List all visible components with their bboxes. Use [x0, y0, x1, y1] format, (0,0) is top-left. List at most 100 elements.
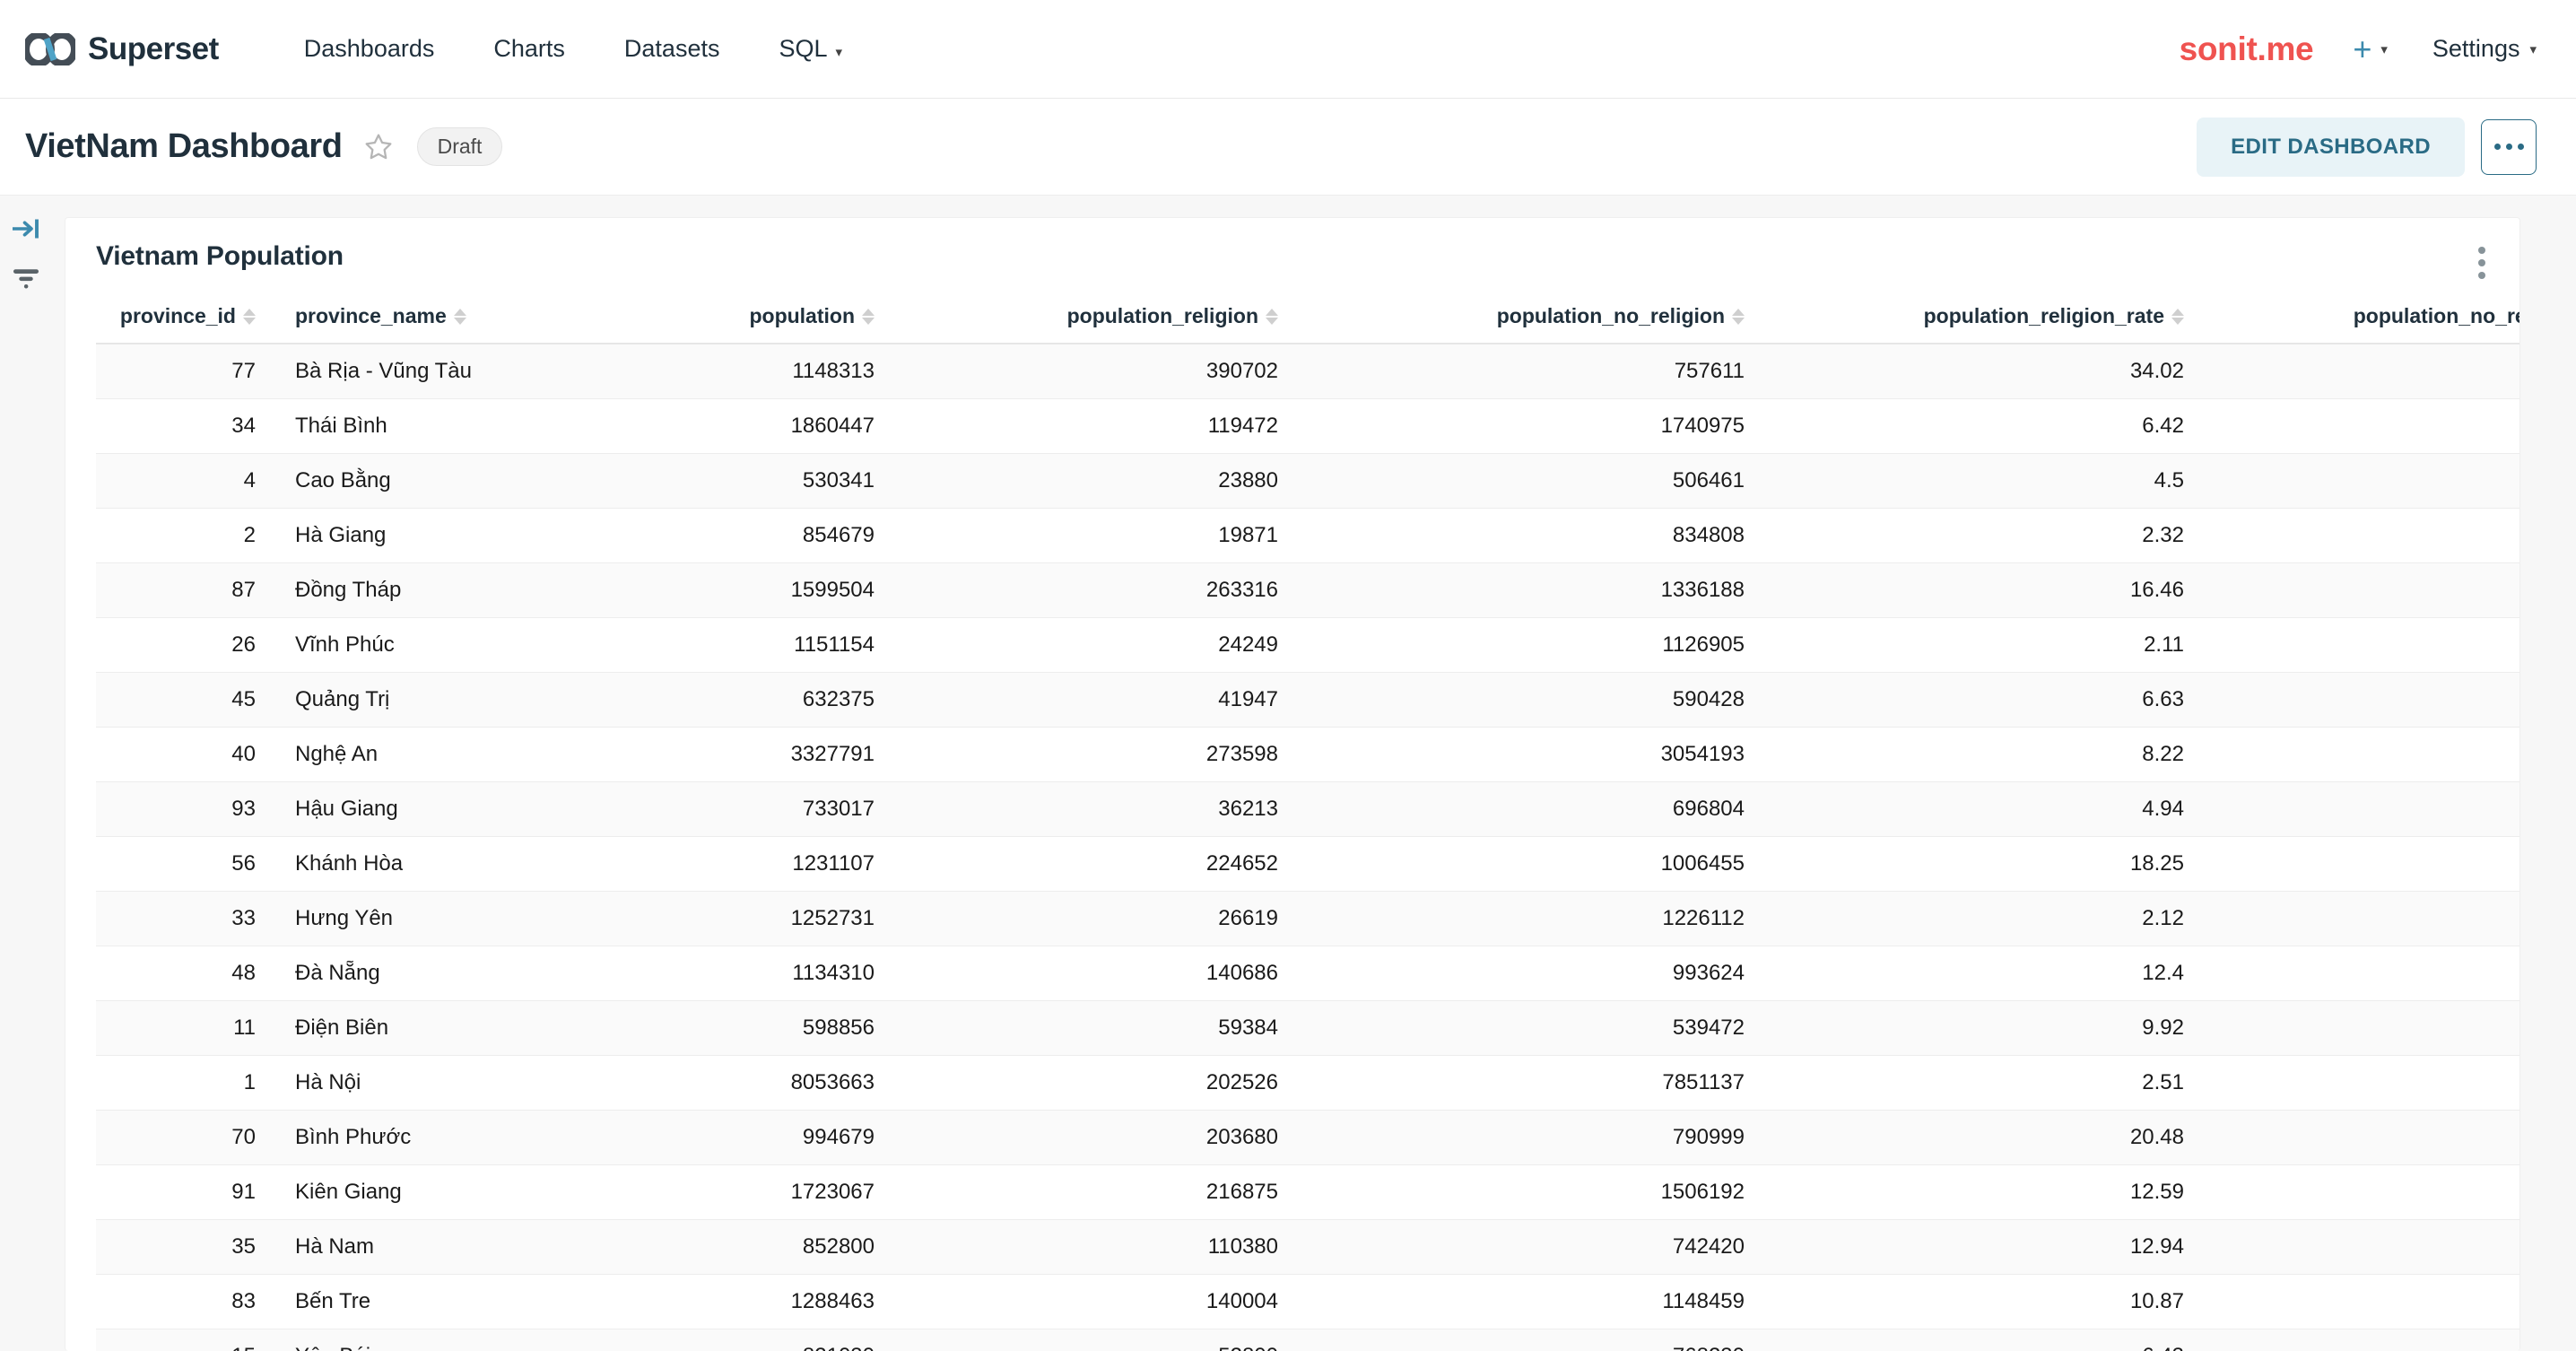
table-row: 33Hưng Yên12527312661912261122.1297.88	[96, 891, 2519, 946]
table-cell-province-name: Bến Tre	[275, 1274, 562, 1329]
table-cell-province-id: 77	[96, 344, 275, 399]
table-row: 15Yên Bái821030528007682306.4393.57	[96, 1329, 2519, 1351]
nav-item-dashboards[interactable]: Dashboards	[274, 35, 465, 63]
table-row: 45Quảng Trị632375419475904286.6393.37	[96, 672, 2519, 728]
column-header-population[interactable]: population	[562, 304, 894, 344]
table-cell-province-name: Vĩnh Phúc	[275, 617, 562, 673]
table-cell-province-id: 56	[96, 836, 275, 892]
column-header-population-religion[interactable]: population_religion	[894, 304, 1298, 344]
table-cell-population-religion: 140004	[894, 1274, 1298, 1329]
kebab-dot	[2478, 247, 2485, 254]
chart-card-vietnam-population: Vietnam Population province_id province_…	[65, 217, 2520, 1351]
table-cell-population-religion-rate: 2.51	[1764, 1055, 2204, 1111]
table-cell-population-no-religion: 1006455	[1298, 836, 1764, 892]
table-cell-province-id: 2	[96, 508, 275, 563]
table-cell-population: 3327791	[562, 727, 894, 782]
table-cell-population-no-religion: 696804	[1298, 781, 1764, 837]
nav-item-sql[interactable]: SQL ▾	[749, 35, 872, 63]
filter-funnel-icon[interactable]	[11, 266, 41, 291]
table-cell-population-no-religion-rate: 81.75	[2204, 836, 2519, 892]
table-cell-population: 598856	[562, 1000, 894, 1056]
table-cell-population-no-religion: 834808	[1298, 508, 1764, 563]
nav-item-datasets-label: Datasets	[623, 35, 720, 62]
nav-item-charts-label: Charts	[493, 35, 565, 62]
table-cell-population-religion-rate: 2.12	[1764, 891, 2204, 946]
table-row: 34Thái Bình186044711947217409756.4293.58	[96, 398, 2519, 454]
nav-links: Dashboards Charts Datasets SQL ▾	[274, 35, 872, 63]
table-cell-province-id: 93	[96, 781, 275, 837]
kebab-dot	[2478, 272, 2485, 279]
table-cell-population-no-religion: 539472	[1298, 1000, 1764, 1056]
edit-dashboard-button[interactable]: EDIT DASHBOARD	[2197, 117, 2465, 177]
table-cell-population-religion-rate: 8.22	[1764, 727, 2204, 782]
settings-menu-button[interactable]: Settings ▾	[2432, 35, 2537, 63]
table-cell-population: 1134310	[562, 946, 894, 1001]
table-cell-population-religion: 36213	[894, 781, 1298, 837]
table-cell-population-religion-rate: 4.94	[1764, 781, 2204, 837]
table-cell-province-id: 48	[96, 946, 275, 1001]
table-cell-population-no-religion: 1506192	[1298, 1164, 1764, 1220]
status-badge: Draft	[416, 127, 503, 166]
table-cell-province-name: Kiên Giang	[275, 1164, 562, 1220]
table-cell-province-id: 40	[96, 727, 275, 782]
chart-title: Vietnam Population	[96, 241, 344, 271]
population-table: province_id province_name population pop…	[96, 304, 2519, 1351]
table-cell-population-no-religion: 1336188	[1298, 562, 1764, 618]
table-cell-population-no-religion-rate: 87.41	[2204, 1164, 2519, 1220]
superset-brand[interactable]: Superset	[25, 31, 219, 67]
chart-card-header: Vietnam Population	[96, 241, 2489, 284]
table-cell-population-no-religion-rate: 97.88	[2204, 891, 2519, 946]
table-cell-population-no-religion-rate: 90.08	[2204, 1000, 2519, 1056]
table-cell-province-id: 70	[96, 1110, 275, 1165]
column-header-population-religion-rate[interactable]: population_religion_rate	[1764, 304, 2204, 344]
table-cell-province-id: 11	[96, 1000, 275, 1056]
table-cell-province-id: 83	[96, 1274, 275, 1329]
column-header-population-no-religion-rate[interactable]: population_no_religion_rate	[2204, 304, 2519, 344]
ellipsis-dot	[2517, 144, 2524, 150]
table-cell-population: 733017	[562, 781, 894, 837]
star-icon[interactable]	[363, 132, 394, 162]
nav-item-datasets[interactable]: Datasets	[595, 35, 750, 63]
table-cell-province-id: 1	[96, 1055, 275, 1111]
table-cell-province-id: 33	[96, 891, 275, 946]
table-cell-population-no-religion: 590428	[1298, 672, 1764, 728]
superset-infinity-logo	[25, 32, 75, 65]
column-header-province-id[interactable]: province_id	[96, 304, 275, 344]
ellipsis-dot	[2493, 144, 2501, 150]
nav-item-charts[interactable]: Charts	[464, 35, 595, 63]
chevron-down-icon: ▾	[2380, 41, 2388, 57]
sort-icon	[453, 308, 466, 325]
table-header: province_id province_name population pop…	[96, 304, 2519, 344]
table-cell-population-religion: 203680	[894, 1110, 1298, 1165]
chart-kebab-menu-button[interactable]	[2475, 241, 2489, 284]
table-cell-province-name: Bà Rịa - Vũng Tàu	[275, 344, 562, 399]
top-navbar: Superset Dashboards Charts Datasets SQL ▾…	[0, 0, 2576, 99]
table-cell-population: 1288463	[562, 1274, 894, 1329]
table-row: 70Bình Phước99467920368079099920.4879.52	[96, 1110, 2519, 1165]
table-cell-province-name: Yên Bái	[275, 1329, 562, 1351]
new-item-button[interactable]: + ▾	[2353, 30, 2388, 67]
dashboard-more-button[interactable]	[2481, 118, 2537, 175]
table-cell-population: 8053663	[562, 1055, 894, 1111]
table-cell-population-religion: 26619	[894, 891, 1298, 946]
table-cell-province-name: Hà Giang	[275, 508, 562, 563]
table-cell-population: 1252731	[562, 891, 894, 946]
ellipsis-dot	[2505, 144, 2512, 150]
sort-icon	[1732, 308, 1745, 325]
table-cell-population-no-religion-rate: 79.52	[2204, 1110, 2519, 1165]
column-header-province-name[interactable]: province_name	[275, 304, 562, 344]
table-row: 48Đà Nẵng113431014068699362412.487.6	[96, 946, 2519, 1001]
table-cell-population-no-religion: 506461	[1298, 453, 1764, 509]
table-cell-population-no-religion-rate: 91.78	[2204, 727, 2519, 782]
table-cell-population-religion: 216875	[894, 1164, 1298, 1220]
table-cell-population-religion: 263316	[894, 562, 1298, 618]
plus-icon: +	[2353, 30, 2372, 67]
table-cell-population: 1599504	[562, 562, 894, 618]
table-cell-population-religion: 273598	[894, 727, 1298, 782]
column-header-population-no-religion[interactable]: population_no_religion	[1298, 304, 1764, 344]
filter-bar-collapsed	[0, 196, 52, 1351]
expand-panel-icon[interactable]	[9, 215, 43, 242]
table-cell-population-religion-rate: 4.5	[1764, 453, 2204, 509]
table-cell-province-name: Hậu Giang	[275, 781, 562, 837]
table-header-row: province_id province_name population pop…	[96, 304, 2519, 344]
